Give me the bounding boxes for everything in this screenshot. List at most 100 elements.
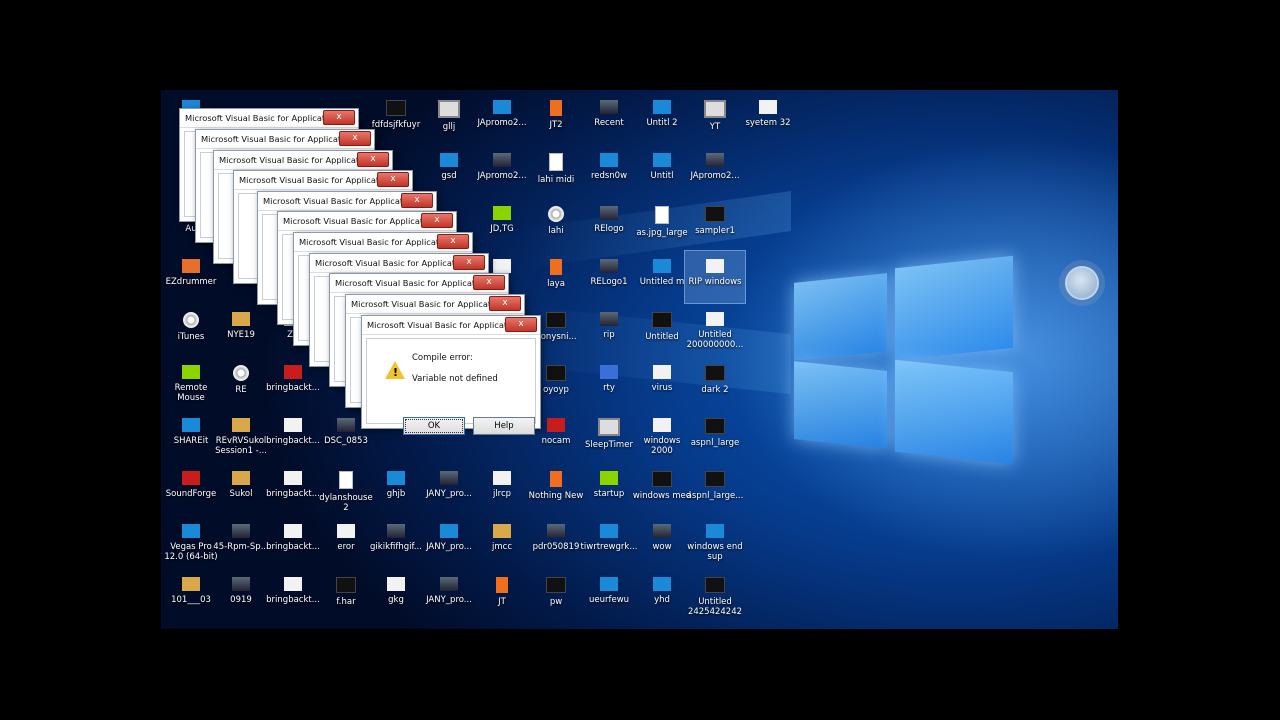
desktop-icon[interactable]: laya (526, 251, 586, 303)
close-button[interactable]: x (489, 296, 521, 311)
close-button[interactable]: x (473, 275, 505, 290)
desktop-icon[interactable]: Untitled 200000000... (685, 304, 745, 356)
file-icon (600, 100, 618, 114)
desktop-icon-label: laya (547, 279, 565, 289)
desktop-icon[interactable]: startup (579, 463, 639, 515)
desktop-icon[interactable]: ghjb (366, 463, 426, 515)
desktop-icon[interactable]: windows 2000 (632, 410, 692, 462)
desktop-icon[interactable]: Untitled m (632, 251, 692, 303)
desktop-icon[interactable]: aspnl_large... (685, 463, 745, 515)
help-button[interactable]: Help (473, 417, 535, 435)
desktop-icon[interactable]: pw (526, 569, 586, 621)
desktop-icon-label: Untitled 200000000... (686, 330, 744, 350)
file-icon (547, 418, 565, 432)
desktop-icon[interactable]: RIP windows (684, 250, 746, 304)
file-icon (440, 524, 458, 538)
close-button[interactable]: x (323, 110, 355, 125)
close-button[interactable]: x (401, 193, 433, 208)
desktop-icon[interactable]: JANY_pro... (419, 463, 479, 515)
desktop-icon[interactable]: sampler1 (685, 198, 745, 250)
desktop-icon[interactable]: Recent (579, 92, 639, 144)
desktop-icon[interactable]: JApromo2... (685, 145, 745, 197)
desktop-icon[interactable]: RE (211, 357, 271, 409)
desktop-icon-label: as.jpg_large (636, 228, 688, 238)
desktop-icon[interactable]: bringbackt... (263, 516, 323, 568)
desktop-icon[interactable]: bringbackt... (263, 410, 323, 462)
file-icon (706, 312, 724, 326)
close-button[interactable]: x (377, 172, 409, 187)
desktop-icon[interactable]: windows med (632, 463, 692, 515)
desktop-icon[interactable]: jlrcp (472, 463, 532, 515)
desktop-icon[interactable]: virus (632, 357, 692, 409)
close-button[interactable]: x (421, 213, 453, 228)
desktop-icon[interactable]: YT (685, 92, 745, 144)
desktop-icon[interactable]: 45-Rpm-Sp... (211, 516, 271, 568)
desktop-icon[interactable]: Untitl (632, 145, 692, 197)
compile-error-dialog[interactable]: Microsoft Visual Basic for Applicati... x… (361, 315, 541, 435)
desktop-icon[interactable]: RElogo (579, 198, 639, 250)
desktop-icon[interactable]: dark 2 (685, 357, 745, 409)
desktop-icon-label: bringbackt... (266, 595, 320, 605)
desktop-icon[interactable]: bringbackt... (263, 569, 323, 621)
file-icon (496, 577, 508, 593)
desktop-icon[interactable]: JApromo2... (472, 92, 532, 144)
desktop-icon[interactable]: gllj (419, 92, 479, 144)
assistive-touch-button[interactable] (1065, 266, 1099, 300)
desktop-icon-label: bringbackt... (266, 489, 320, 499)
file-icon (546, 365, 566, 381)
desktop-icon[interactable]: JANY_pro... (419, 516, 479, 568)
desktop-icon[interactable]: syetem 32 (738, 92, 798, 144)
file-icon (705, 471, 725, 487)
file-icon (705, 577, 725, 593)
file-icon (653, 259, 671, 273)
desktop-icon[interactable]: ueurfewu (579, 569, 639, 621)
desktop-icon[interactable]: gikikfifhgif... (366, 516, 426, 568)
desktop-icon[interactable]: JANY_pro... (419, 569, 479, 621)
desktop-icon[interactable]: redsn0w (579, 145, 639, 197)
desktop-icon[interactable]: RELogo1 (579, 251, 639, 303)
desktop-icon[interactable]: gsd (419, 145, 479, 197)
ok-button[interactable]: OK (403, 417, 465, 435)
desktop-icon[interactable]: bringbackt... (263, 463, 323, 515)
desktop-icon[interactable]: lahi (526, 198, 586, 250)
close-button[interactable]: x (505, 317, 537, 332)
desktop-icon[interactable]: Sukol (211, 463, 271, 515)
desktop-icon[interactable]: 0919 (211, 569, 271, 621)
desktop-icon[interactable]: Untitled 2425424242 (685, 569, 745, 621)
close-button[interactable]: x (437, 234, 469, 249)
file-icon (182, 577, 200, 591)
desktop-icon[interactable]: gkg (366, 569, 426, 621)
desktop-icon[interactable]: wow (632, 516, 692, 568)
desktop-icon[interactable]: Untitled (632, 304, 692, 356)
desktop-icon[interactable]: fdfdsjfkfuyr (366, 92, 426, 144)
desktop-icon[interactable]: lahi midi (526, 145, 586, 197)
file-icon (550, 259, 562, 275)
desktop-icon[interactable]: Untitl 2 (632, 92, 692, 144)
desktop-icon[interactable]: pdr050819 (526, 516, 586, 568)
file-icon (653, 577, 671, 591)
desktop-icon[interactable]: SleepTimer (579, 410, 639, 462)
close-button[interactable]: x (453, 255, 485, 270)
desktop-icon[interactable]: NYE19 (211, 304, 271, 356)
desktop-icon[interactable]: as.jpg_large (632, 198, 692, 250)
desktop-icon[interactable]: rty (579, 357, 639, 409)
desktop-icon[interactable]: yhd (632, 569, 692, 621)
close-button[interactable]: x (357, 152, 389, 167)
desktop-icon[interactable]: EZdrummer (161, 251, 221, 303)
desktop-icon[interactable]: rip (579, 304, 639, 356)
desktop-icon-label: lahi midi (537, 175, 575, 185)
desktop-icon[interactable]: jmcc (472, 516, 532, 568)
desktop-icon[interactable]: REvRVSukol Session1 -... (211, 410, 271, 462)
desktop-icon-label: Nothing New (528, 491, 584, 501)
desktop-icon[interactable]: tiwrtrewgrk... (579, 516, 639, 568)
desktop-icon[interactable]: JT2 (526, 92, 586, 144)
desktop-icon[interactable]: windows end sup (685, 516, 745, 568)
error-heading: Compile error: (412, 353, 473, 363)
desktop-icon[interactable]: JT (472, 569, 532, 621)
desktop-icon[interactable]: Nothing New (526, 463, 586, 515)
desktop-icon[interactable]: JApromo2... (472, 145, 532, 197)
desktop-icon-label: Untitled m (639, 277, 685, 287)
close-button[interactable]: x (339, 131, 371, 146)
desktop-icon[interactable]: aspnl_large (685, 410, 745, 462)
desktop-icon[interactable]: JD,TG (472, 198, 532, 250)
